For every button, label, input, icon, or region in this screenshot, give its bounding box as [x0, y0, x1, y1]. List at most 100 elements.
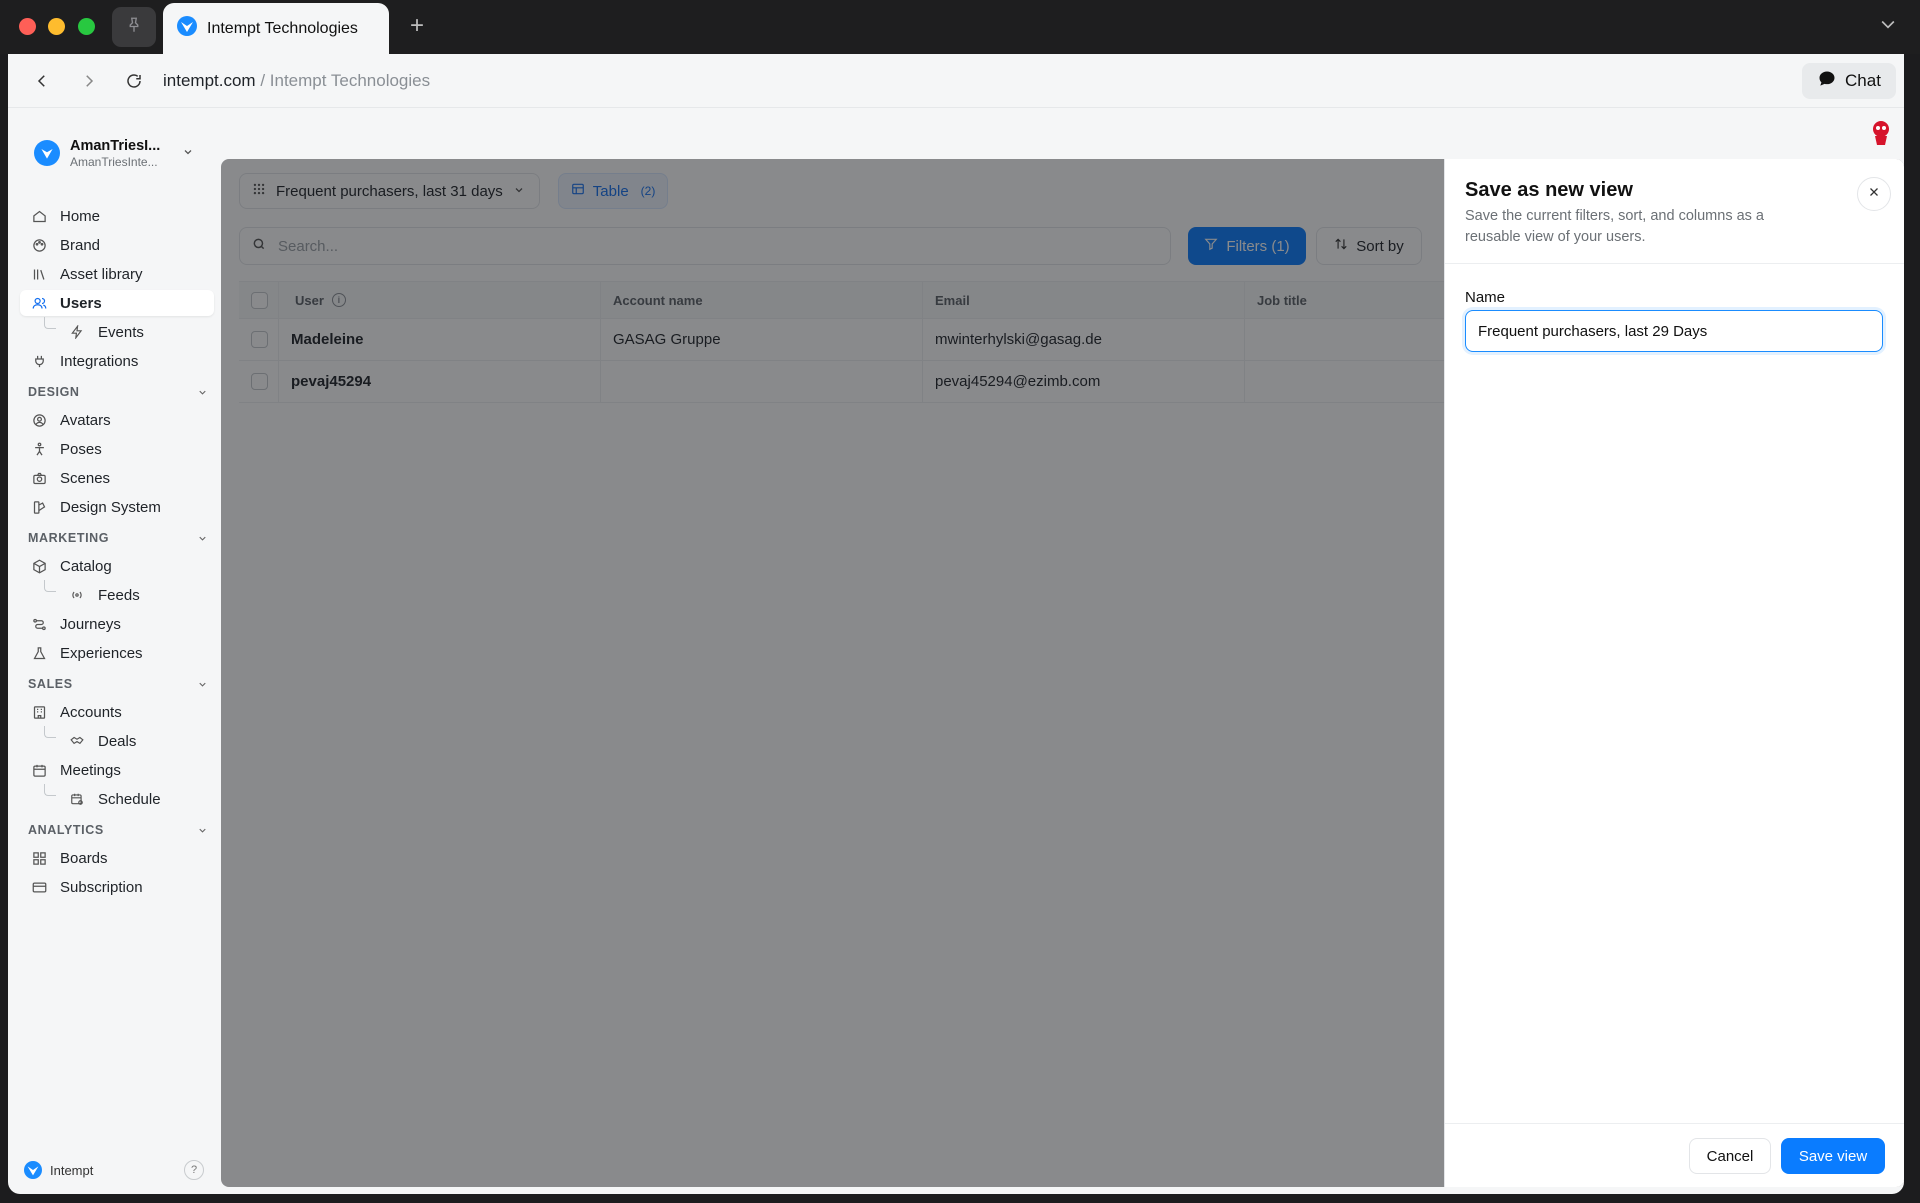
drawer-header: Save as new view Save the current filter…: [1445, 159, 1904, 264]
pin-icon: [125, 16, 143, 39]
sidebar-item-deals[interactable]: Deals: [20, 728, 214, 754]
url-domain: intempt.com: [163, 71, 256, 90]
close-window-button[interactable]: [19, 18, 36, 35]
camera-icon: [30, 469, 48, 487]
lightning-icon: [68, 323, 86, 341]
chevron-down-icon: [182, 145, 194, 163]
chevron-down-icon: [197, 825, 208, 839]
workspace-switcher[interactable]: AmanTriesI... AmanTriesInte...: [34, 133, 214, 173]
sidebar-item-events[interactable]: Events: [20, 319, 214, 345]
sidebar-item-integrations[interactable]: Integrations: [20, 348, 214, 374]
sidebar-item-meetings[interactable]: Meetings: [20, 757, 214, 783]
intempt-logo-icon: [177, 16, 197, 41]
sidebar-item-label: Poses: [60, 440, 102, 458]
sidebar-item-experiences[interactable]: Experiences: [20, 640, 214, 666]
sidebar-item-label: Schedule: [98, 790, 161, 808]
section-design[interactable]: DESIGN: [28, 385, 208, 403]
sidebar-item-label: Asset library: [60, 265, 143, 283]
reload-button[interactable]: [120, 67, 148, 95]
sidebar-item-users[interactable]: Users: [20, 290, 214, 316]
back-button[interactable]: [28, 67, 56, 95]
workspace-logo-icon: [34, 140, 60, 166]
home-icon: [30, 207, 48, 225]
section-title: MARKETING: [28, 531, 110, 545]
sidebar-item-label: Accounts: [60, 703, 122, 721]
sidebar-item-asset-library[interactable]: Asset library: [20, 261, 214, 287]
forward-icon: [86, 75, 94, 87]
chat-label: Chat: [1845, 71, 1881, 90]
grid-icon: [30, 849, 48, 867]
users-icon: [30, 294, 48, 312]
sidebar-item-label: Users: [60, 294, 102, 312]
reload-icon: [127, 74, 141, 88]
url-path: / Intempt Technologies: [255, 71, 431, 90]
pinned-tab[interactable]: [112, 7, 156, 47]
help-button[interactable]: ?: [184, 1160, 204, 1180]
save-view-drawer: Save as new view Save the current filter…: [1444, 159, 1904, 1187]
sidebar-item-scenes[interactable]: Scenes: [20, 465, 214, 491]
section-title: ANALYTICS: [28, 823, 104, 837]
flask-icon: [30, 644, 48, 662]
chat-button[interactable]: Chat: [1802, 63, 1896, 99]
close-button[interactable]: [1857, 177, 1891, 211]
back-icon: [37, 75, 45, 87]
cube-icon: [30, 557, 48, 575]
sidebar-item-label: Design System: [60, 498, 161, 516]
calendar-icon: [30, 761, 48, 779]
tab-title: Intempt Technologies: [207, 19, 358, 37]
chevron-down-icon: [197, 387, 208, 401]
sidebar-item-design-system[interactable]: Design System: [20, 494, 214, 520]
plug-icon: [30, 352, 48, 370]
sidebar-item-label: Deals: [98, 732, 137, 750]
card-icon: [30, 878, 48, 896]
user-avatar[interactable]: [1870, 120, 1892, 146]
calendar-clock-icon: [68, 790, 86, 808]
broadcast-icon: [68, 586, 86, 604]
sidebar-footer[interactable]: Intempt ?: [24, 1158, 204, 1182]
active-tab[interactable]: Intempt Technologies: [163, 3, 389, 54]
section-analytics[interactable]: ANALYTICS: [28, 823, 208, 841]
url-field[interactable]: intempt.com / Intempt Technologies: [163, 71, 430, 91]
chat-bubble-icon: [1817, 69, 1837, 94]
section-marketing[interactable]: MARKETING: [28, 531, 208, 549]
workspace-sub: AmanTriesInte...: [70, 154, 158, 169]
sidebar-item-poses[interactable]: Poses: [20, 436, 214, 462]
library-icon: [30, 265, 48, 283]
pose-icon: [30, 440, 48, 458]
sidebar-item-feeds[interactable]: Feeds: [20, 582, 214, 608]
tab-list-chevron-icon[interactable]: [1878, 14, 1902, 38]
design-system-icon: [30, 498, 48, 516]
forward-button[interactable]: [75, 67, 103, 95]
view-name-input[interactable]: [1465, 310, 1883, 352]
chevron-down-icon: [197, 679, 208, 693]
drawer-title: Save as new view: [1465, 179, 1633, 201]
sidebar-item-schedule[interactable]: Schedule: [20, 786, 214, 812]
palette-icon: [30, 236, 48, 254]
sidebar-item-brand[interactable]: Brand: [20, 232, 214, 258]
sidebar-item-label: Experiences: [60, 644, 143, 662]
sidebar-item-label: Brand: [60, 236, 101, 254]
sidebar-item-accounts[interactable]: Accounts: [20, 699, 214, 725]
sidebar-item-avatars[interactable]: Avatars: [20, 407, 214, 433]
chevron-down-icon: [197, 533, 208, 547]
sidebar: AmanTriesI... AmanTriesInte... Home Bran…: [8, 109, 220, 1194]
sidebar-item-label: Catalog: [60, 557, 112, 575]
building-icon: [30, 703, 48, 721]
sidebar-item-boards[interactable]: Boards: [20, 845, 214, 871]
sidebar-item-label: Journeys: [60, 615, 121, 633]
minimize-window-button[interactable]: [48, 18, 65, 35]
sidebar-item-home[interactable]: Home: [20, 203, 214, 229]
workspace-name: AmanTriesI...: [70, 137, 161, 154]
section-sales[interactable]: SALES: [28, 677, 208, 695]
sidebar-item-label: Avatars: [60, 411, 111, 429]
sidebar-item-label: Boards: [60, 849, 108, 867]
cancel-button[interactable]: Cancel: [1689, 1138, 1771, 1174]
browser-chrome: Intempt Technologies +: [0, 0, 1920, 54]
new-tab-button[interactable]: +: [402, 12, 432, 42]
sidebar-item-journeys[interactable]: Journeys: [20, 611, 214, 637]
name-field-label: Name: [1465, 289, 1506, 306]
sidebar-item-subscription[interactable]: Subscription: [20, 874, 214, 900]
sidebar-item-catalog[interactable]: Catalog: [20, 553, 214, 579]
maximize-window-button[interactable]: [78, 18, 95, 35]
save-view-button[interactable]: Save view: [1781, 1138, 1885, 1174]
